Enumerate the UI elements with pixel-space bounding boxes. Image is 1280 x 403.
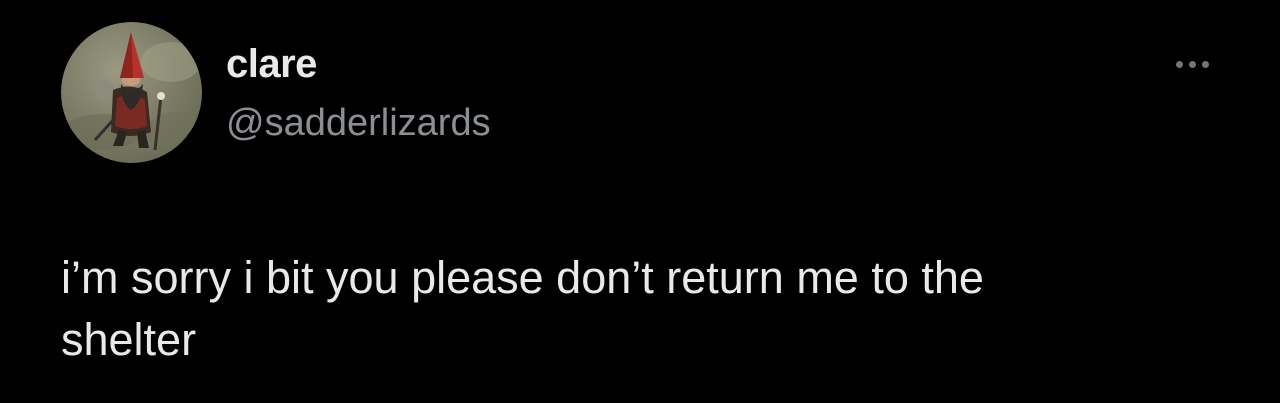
more-options-icon-dot-3 — [1201, 60, 1209, 68]
gnome-avatar-icon — [61, 32, 202, 152]
user-handle[interactable]: @sadderlizards — [226, 100, 491, 146]
more-options-icon-dot-2 — [1188, 60, 1196, 68]
more-options-icon — [1175, 60, 1183, 68]
more-options-button[interactable] — [1166, 52, 1218, 76]
tweet-text: i’m sorry i bit you please don’t return … — [61, 252, 984, 365]
avatar[interactable] — [61, 22, 202, 163]
tweet-card: clare @sadderlizards i’m sorry i bit you… — [0, 0, 1280, 403]
display-name[interactable]: clare — [226, 40, 317, 88]
